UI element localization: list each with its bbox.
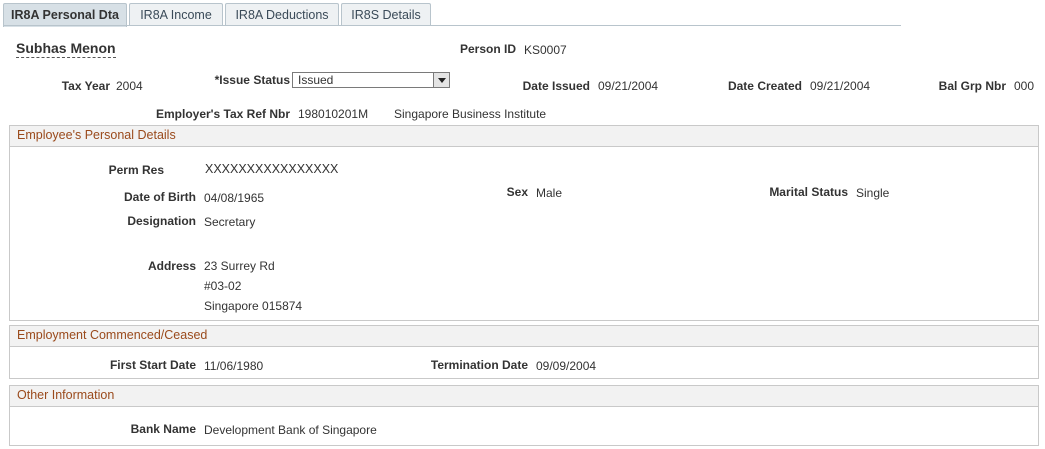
tab-ir8a-personal-dta[interactable]: IR8A Personal Dta bbox=[3, 3, 127, 27]
designation-value: Secretary bbox=[204, 215, 256, 229]
tab-ir8a-deductions[interactable]: IR8A Deductions bbox=[225, 3, 339, 26]
employer-name: Singapore Business Institute bbox=[394, 107, 547, 121]
person-id-value: KS0007 bbox=[524, 43, 567, 57]
tab-label: IR8A Deductions bbox=[235, 8, 329, 22]
dob-label: Date of Birth bbox=[124, 190, 196, 204]
marital-status-value: Single bbox=[856, 186, 890, 200]
date-created-value: 09/21/2004 bbox=[810, 79, 871, 93]
other-info-title: Other Information bbox=[17, 388, 115, 402]
address-label: Address bbox=[147, 259, 196, 273]
personal-details-title: Employee's Personal Details bbox=[17, 128, 176, 142]
first-start-date-value: 11/06/1980 bbox=[204, 359, 264, 373]
perm-res-value: XXXXXXXXXXXXXXXX bbox=[205, 162, 339, 176]
date-issued-label: Date Issued bbox=[522, 79, 590, 93]
group-header: Other Information bbox=[10, 386, 1038, 407]
tab-ir8s-details[interactable]: IR8S Details bbox=[341, 3, 431, 26]
group-header: Employee's Personal Details bbox=[10, 126, 1038, 147]
employee-name: Subhas Menon bbox=[16, 40, 116, 58]
tax-ref-value: 198010201M bbox=[298, 107, 369, 121]
dropdown-arrow-icon[interactable] bbox=[433, 73, 449, 87]
first-start-date-label: First Start Date bbox=[109, 358, 196, 372]
bal-grp-label: Bal Grp Nbr bbox=[938, 79, 1006, 93]
issue-status-label: *Issue Status bbox=[214, 73, 290, 87]
bank-name-value: Development Bank of Singapore bbox=[204, 423, 377, 437]
termination-date-label: Termination Date bbox=[430, 358, 528, 372]
group-header: Employment Commenced/Ceased bbox=[10, 326, 1038, 347]
bal-grp-value: 000 bbox=[1014, 79, 1035, 93]
tab-label: IR8A Income bbox=[140, 8, 212, 22]
sex-value: Male bbox=[536, 186, 563, 200]
dob-value: 04/08/1965 bbox=[204, 191, 265, 205]
tab-divider bbox=[3, 25, 901, 26]
designation-label: Designation bbox=[127, 214, 196, 228]
issue-status-value: Issued bbox=[298, 73, 334, 87]
address-line-2: #03-02 bbox=[204, 279, 242, 293]
tax-year-label: Tax Year bbox=[61, 79, 110, 93]
issue-status-select[interactable]: Issued bbox=[292, 72, 450, 88]
tax-year-value: 2004 bbox=[116, 79, 143, 93]
marital-status-label: Marital Status bbox=[769, 185, 848, 199]
sex-label: Sex bbox=[506, 185, 528, 199]
tax-ref-label: Employer's Tax Ref Nbr bbox=[155, 107, 290, 121]
person-id-label: Person ID bbox=[459, 42, 516, 56]
tab-label: IR8S Details bbox=[351, 8, 421, 22]
other-info-group: Other Information bbox=[9, 385, 1039, 446]
perm-res-label: Perm Res bbox=[108, 163, 164, 177]
date-created-label: Date Created bbox=[727, 79, 802, 93]
tab-label: IR8A Personal Dta bbox=[11, 8, 119, 22]
date-issued-value: 09/21/2004 bbox=[598, 79, 659, 93]
bank-name-label: Bank Name bbox=[130, 422, 196, 436]
employment-title: Employment Commenced/Ceased bbox=[17, 328, 208, 342]
address-line-1: 23 Surrey Rd bbox=[204, 259, 275, 273]
address-line-3: Singapore 015874 bbox=[204, 299, 303, 313]
tab-ir8a-income[interactable]: IR8A Income bbox=[129, 3, 223, 26]
termination-date-value: 09/09/2004 bbox=[536, 359, 597, 373]
